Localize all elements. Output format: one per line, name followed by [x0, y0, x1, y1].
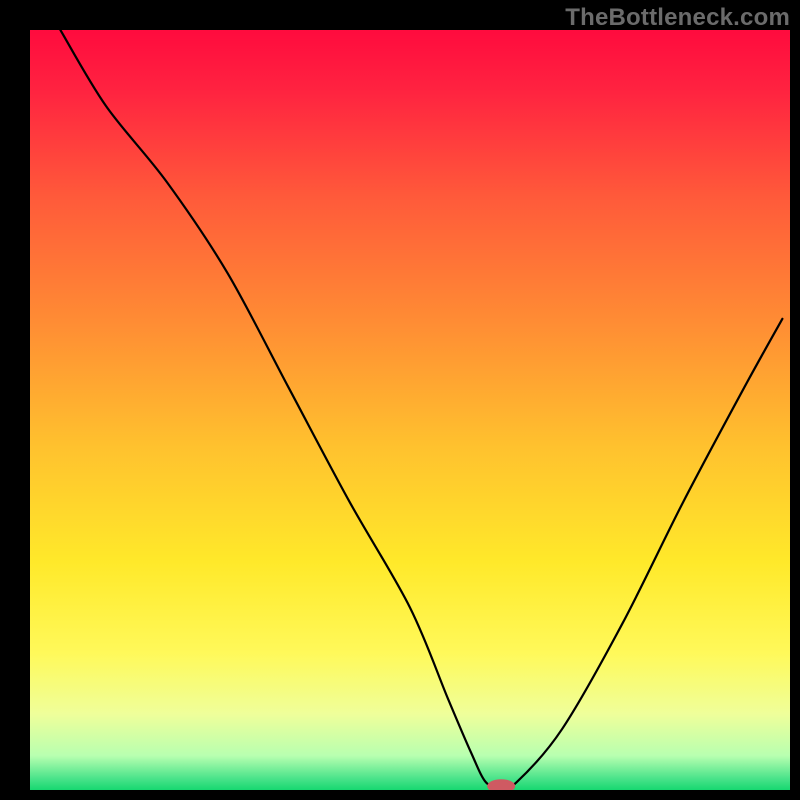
watermark-text: TheBottleneck.com	[565, 4, 790, 32]
plot-area	[30, 30, 790, 790]
gradient-background	[30, 30, 790, 790]
bottleneck-chart	[30, 30, 790, 790]
chart-container: TheBottleneck.com	[0, 0, 800, 800]
